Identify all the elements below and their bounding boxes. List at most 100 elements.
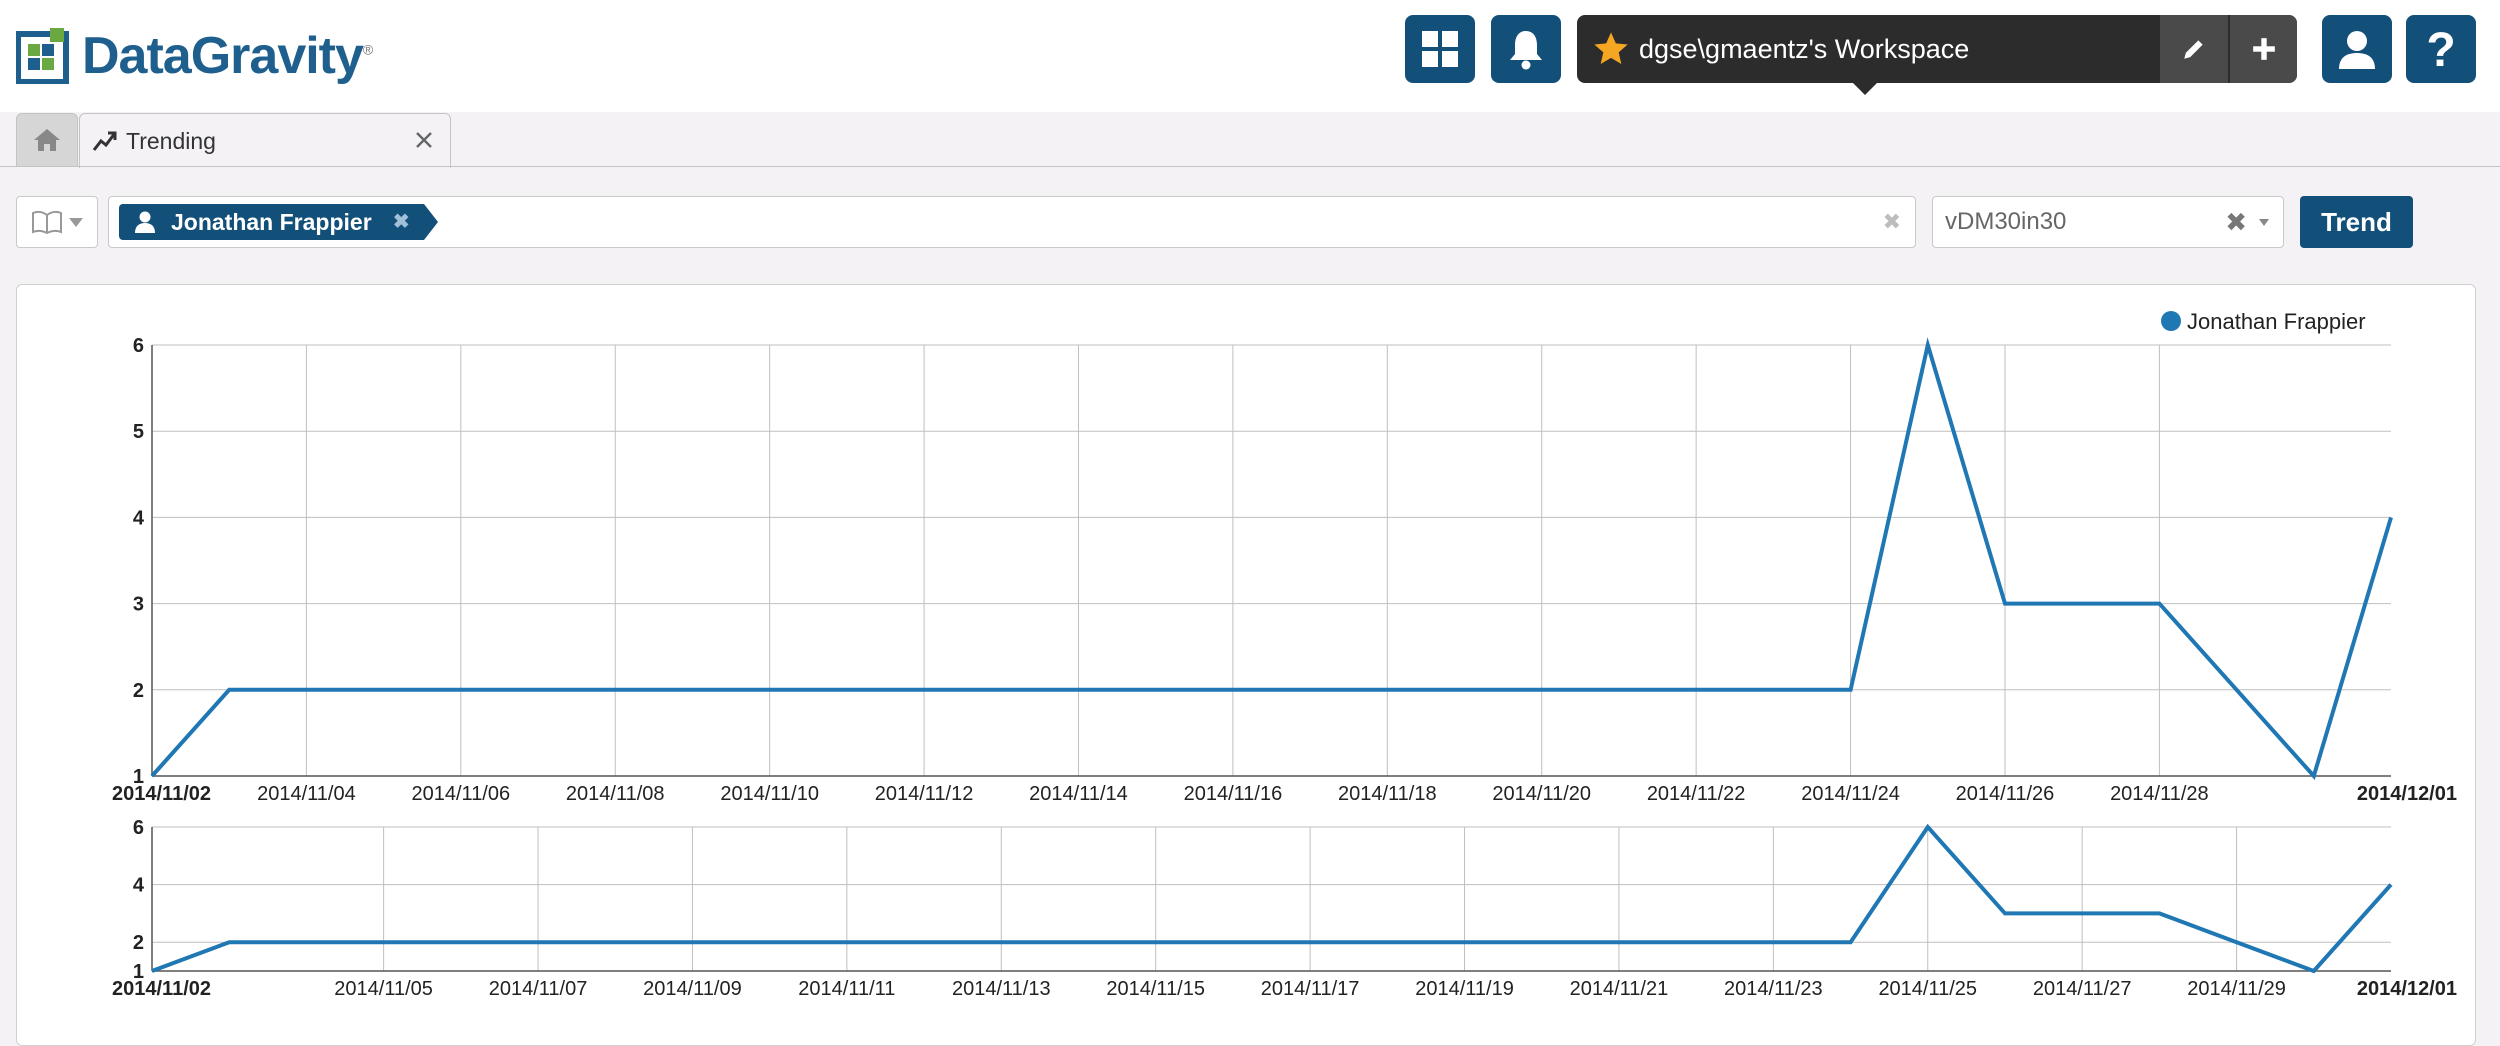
trend-charts: 1234562014/11/02 2014/11/04 2014/11/06 2014… <box>112 309 2457 1000</box>
data-point <box>537 941 540 944</box>
home-icon <box>34 129 60 151</box>
x-tick-label: 2014/11/29 <box>2187 978 2286 1000</box>
data-point <box>2390 516 2393 519</box>
data-point <box>1000 941 1003 944</box>
data-point <box>1154 688 1157 691</box>
remove-tag-icon[interactable]: ✖ <box>393 204 410 240</box>
y-tick-label: 3 <box>133 594 144 616</box>
saved-searches-button[interactable] <box>16 196 98 248</box>
data-point <box>614 688 617 691</box>
data-point <box>1849 688 1852 691</box>
plus-icon <box>2252 38 2275 60</box>
x-tick-label: 2014/11/14 <box>1029 783 1128 805</box>
logo-text: DataGravity® <box>82 27 373 85</box>
data-point <box>537 688 540 691</box>
clear-search-icon[interactable]: ✖ <box>1883 209 1901 235</box>
chevron-down-icon[interactable] <box>2259 219 2269 226</box>
tab-strip-divider <box>0 166 2500 167</box>
data-point <box>151 775 154 778</box>
legend-marker <box>2161 311 2181 331</box>
data-point <box>2235 941 2238 944</box>
data-point <box>1077 941 1080 944</box>
data-point <box>459 688 462 691</box>
tab-home[interactable] <box>16 113 78 166</box>
x-tick-label: 2014/11/05 <box>334 978 433 1000</box>
tag-select[interactable]: vDM30in30 ✖ <box>1932 196 2284 248</box>
app-header: DataGravity® dgse\gmaentz's Workspace ? <box>0 0 2500 112</box>
x-tick-label: 2014/11/20 <box>1492 783 1591 805</box>
x-tick-label: 2014/11/18 <box>1338 783 1437 805</box>
data-point <box>1463 688 1466 691</box>
data-point <box>1695 941 1698 944</box>
data-point <box>1540 688 1543 691</box>
x-tick-label: 2014/11/12 <box>875 783 974 805</box>
chevron-down-icon <box>69 217 83 227</box>
x-tick-label: 2014/11/21 <box>1570 978 1669 1000</box>
tab-trending[interactable]: Trending <box>79 113 451 168</box>
x-tick-label: 2014/11/19 <box>1415 978 1514 1000</box>
help-button[interactable]: ? <box>2406 15 2476 83</box>
bell-icon <box>1510 31 1542 70</box>
x-tick-label: 2014/11/09 <box>643 978 742 1000</box>
data-point <box>2158 602 2161 605</box>
y-tick-label: 4 <box>133 507 145 529</box>
data-point <box>151 970 154 973</box>
book-icon <box>32 210 62 235</box>
x-tick-label: 2014/11/27 <box>2033 978 2132 1000</box>
data-point <box>1077 688 1080 691</box>
workspace-selector[interactable]: dgse\gmaentz's Workspace <box>1577 15 2297 83</box>
data-point <box>2312 775 2315 778</box>
clear-select-icon[interactable]: ✖ <box>2225 207 2247 238</box>
data-point <box>228 941 231 944</box>
datagravity-logo[interactable]: DataGravity® <box>15 26 373 86</box>
x-tick-label: 2014/11/08 <box>566 783 665 805</box>
data-point <box>1849 941 1852 944</box>
data-point <box>1540 941 1543 944</box>
user-icon <box>135 211 155 233</box>
y-tick-label: 6 <box>133 335 144 357</box>
x-tick-label: 2014/11/17 <box>1261 978 1360 1000</box>
x-tick-label: 2014/11/04 <box>257 783 356 805</box>
data-point <box>2003 912 2006 915</box>
datagravity-logo-icon <box>15 28 72 85</box>
search-input[interactable]: Jonathan Frappier ✖ ✖ <box>108 196 1916 248</box>
data-point <box>1231 941 1234 944</box>
x-tick-label: 2014/11/15 <box>1106 978 1205 1000</box>
workspace-label[interactable]: dgse\gmaentz's Workspace <box>1639 15 1969 83</box>
search-tag-user[interactable]: Jonathan Frappier ✖ <box>119 204 424 240</box>
add-workspace-button[interactable] <box>2230 15 2297 83</box>
data-point <box>923 688 926 691</box>
user-profile-button[interactable] <box>2322 15 2392 83</box>
data-point <box>1231 688 1234 691</box>
legend-label: Jonathan Frappier <box>2187 309 2366 334</box>
data-point <box>768 688 771 691</box>
x-tick-label: 2014/12/01 <box>2357 978 2457 1000</box>
data-point <box>2235 688 2238 691</box>
tab-trending-label: Trending <box>126 128 216 154</box>
chart-main: 1234562014/11/02 2014/11/04 2014/11/06 2014… <box>112 309 2457 805</box>
data-point <box>1617 941 1620 944</box>
tag-select-value: vDM30in30 <box>1945 208 2067 235</box>
dashboard-grid-icon <box>1422 31 1458 67</box>
star-icon[interactable] <box>1591 29 1631 74</box>
x-tick-label: 2014/12/01 <box>2357 783 2457 805</box>
data-point <box>923 941 926 944</box>
x-tick-label: 2014/11/24 <box>1801 783 1900 805</box>
trend-button[interactable]: Trend <box>2300 196 2413 248</box>
dashboard-button[interactable] <box>1405 15 1475 83</box>
data-point <box>691 941 694 944</box>
edit-workspace-button[interactable] <box>2160 15 2228 83</box>
close-tab-icon[interactable] <box>410 126 438 154</box>
x-tick-label: 2014/11/13 <box>952 978 1051 1000</box>
pencil-icon <box>2184 40 2203 59</box>
data-point <box>382 688 385 691</box>
trending-icon <box>92 131 117 151</box>
series-line-0 <box>150 337 2393 780</box>
data-point <box>845 688 848 691</box>
data-point <box>1386 688 1389 691</box>
data-point <box>1695 688 1698 691</box>
x-tick-label: 2014/11/26 <box>1956 783 2055 805</box>
x-tick-label: 2014/11/25 <box>1878 978 1977 1000</box>
notifications-button[interactable] <box>1491 15 1561 83</box>
data-point <box>1386 941 1389 944</box>
